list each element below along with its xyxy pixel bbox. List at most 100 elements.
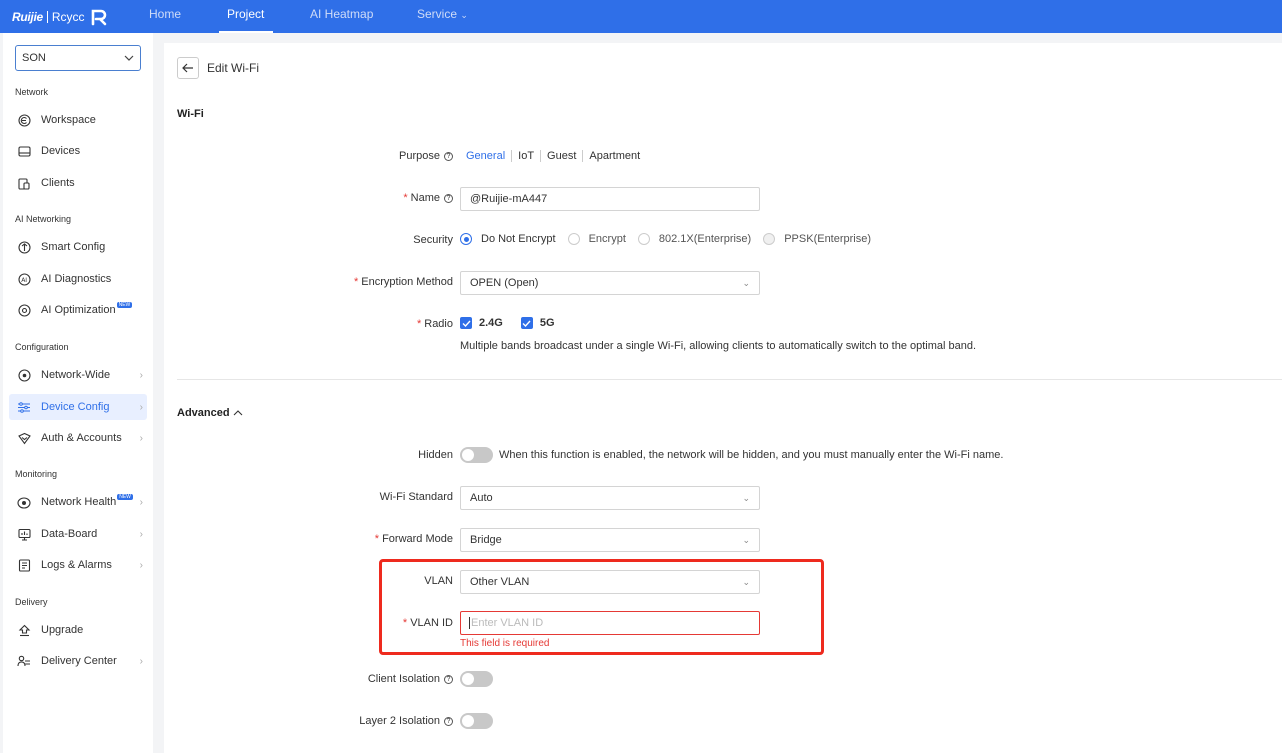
help-icon[interactable]: ? (444, 675, 453, 684)
vlan-select[interactable]: Other VLAN ⌄ (460, 570, 760, 594)
vlan-id-label: * VLAN ID (403, 617, 453, 629)
sidebar-item-upgrade[interactable]: Upgrade (9, 617, 147, 643)
page-title: Edit Wi-Fi (207, 61, 259, 75)
help-icon[interactable]: ? (444, 717, 453, 726)
sidebar-item-ai-diagnostics[interactable]: AI AI Diagnostics (9, 266, 147, 292)
section-title-configuration: Configuration (15, 342, 69, 352)
purpose-option-general[interactable]: General (466, 150, 511, 162)
purpose-option-apartment[interactable]: Apartment (582, 150, 646, 162)
layer2-isolation-label: Layer 2 Isolation? (359, 715, 453, 727)
help-icon[interactable]: ? (444, 152, 453, 161)
forward-mode-label: * Forward Mode (375, 533, 453, 545)
sidebar: SON Network Workspace Devices Clients AI… (3, 33, 153, 753)
new-badge: NEW (117, 494, 133, 500)
sidebar-item-auth-accounts[interactable]: Auth & Accounts › (9, 425, 147, 451)
chevron-right-icon: › (139, 369, 143, 381)
sidebar-item-workspace[interactable]: Workspace (9, 107, 147, 133)
wifi-standard-select[interactable]: Auto ⌄ (460, 486, 760, 510)
network-health-icon (17, 495, 31, 509)
sidebar-item-devices[interactable]: Devices (9, 138, 147, 164)
sidebar-item-clients[interactable]: Clients (9, 170, 147, 196)
purpose-options: General IoT Guest Apartment (466, 150, 646, 162)
purpose-option-iot[interactable]: IoT (511, 150, 540, 162)
sidebar-item-label: Delivery Center (41, 655, 117, 667)
chevron-down-icon: ⌄ (742, 277, 750, 288)
network-wide-icon (17, 368, 31, 382)
chevron-down-icon (124, 55, 134, 61)
section-title-monitoring: Monitoring (15, 469, 58, 479)
sidebar-item-network-wide[interactable]: Network-Wide › (9, 362, 147, 388)
chevron-down-icon: ⌄ (742, 492, 750, 503)
name-input[interactable]: @Ruijie-mA447 (460, 187, 760, 211)
clients-icon (17, 176, 31, 190)
advanced-toggle[interactable]: Advanced (177, 407, 243, 419)
security-radio-encrypt[interactable] (567, 233, 580, 245)
security-radio-ppsk[interactable] (763, 233, 776, 245)
section-title-network: Network (15, 87, 49, 97)
encryption-method-select[interactable]: OPEN (Open) ⌄ (460, 271, 760, 295)
site-selector-value: SON (22, 52, 46, 64)
workspace-icon (17, 113, 31, 127)
hidden-label: Hidden (418, 449, 453, 461)
sidebar-item-device-config[interactable]: Device Config › (9, 394, 147, 420)
sidebar-item-data-board[interactable]: Data-Board › (9, 521, 147, 547)
security-radio-do-not-encrypt[interactable] (460, 233, 472, 245)
security-radio-8021x[interactable] (637, 233, 650, 245)
help-icon[interactable]: ? (444, 194, 453, 203)
logs-alarms-icon (17, 558, 31, 572)
layer2-isolation-label-text: Layer 2 Isolation (359, 715, 440, 727)
checkbox-5g[interactable] (520, 317, 533, 329)
nav-project[interactable]: Project (227, 7, 264, 21)
brand-logo[interactable]: Ruijie Rcycc (12, 7, 109, 27)
sidebar-item-label: Network-Wide (41, 369, 111, 381)
sidebar-item-logs-alarms[interactable]: Logs & Alarms › (9, 552, 147, 578)
name-label: * Name? (403, 192, 453, 204)
sidebar-item-delivery-center[interactable]: Delivery Center › (9, 648, 147, 674)
smart-config-icon (17, 240, 31, 254)
sidebar-item-ai-optimization[interactable]: AI Optimization NEW (9, 297, 147, 323)
client-isolation-label-text: Client Isolation (367, 673, 440, 685)
section-title-wifi: Wi-Fi (177, 108, 204, 120)
sidebar-item-label: AI Diagnostics (41, 273, 112, 285)
layer2-isolation-toggle[interactable] (460, 713, 493, 729)
radio-label: Encrypt (588, 233, 626, 245)
chevron-right-icon: › (139, 496, 143, 508)
auth-accounts-icon (17, 431, 31, 445)
logo-separator (46, 11, 48, 23)
section-title-ai-networking: AI Networking (15, 214, 72, 224)
required-marker: * (403, 192, 408, 204)
vlan-id-input[interactable]: Enter VLAN ID (460, 611, 760, 635)
purpose-option-guest[interactable]: Guest (540, 150, 582, 162)
hidden-toggle[interactable] (460, 447, 493, 463)
hidden-description: When this function is enabled, the netwo… (499, 449, 1004, 461)
back-button[interactable] (177, 57, 199, 79)
encryption-method-label: * Encryption Method (354, 276, 453, 288)
nav-ai-heatmap[interactable]: AI Heatmap (310, 7, 373, 21)
site-selector[interactable]: SON (15, 45, 141, 71)
purpose-label-text: Purpose (399, 150, 440, 162)
band-label-2-4g: 2.4G (479, 317, 503, 329)
nav-home[interactable]: Home (149, 7, 181, 21)
chevron-down-icon: ⌄ (742, 576, 750, 587)
radio-band-options: 2.4G 5G (460, 317, 555, 329)
brand-mark-icon (91, 9, 106, 26)
sidebar-item-network-health[interactable]: Network Health NEW › (9, 489, 147, 515)
checkmark-icon (522, 320, 531, 327)
security-label: Security (413, 234, 453, 246)
purpose-label: Purpose? (399, 150, 453, 162)
text-cursor (469, 617, 470, 629)
radio-hint: Multiple bands broadcast under a single … (460, 340, 977, 352)
checkbox-2-4g[interactable] (460, 317, 472, 329)
advanced-label: Advanced (177, 407, 230, 419)
sidebar-item-smart-config[interactable]: Smart Config (9, 234, 147, 260)
forward-mode-select[interactable]: Bridge ⌄ (460, 528, 760, 552)
client-isolation-toggle[interactable] (460, 671, 493, 687)
nav-service[interactable]: Service ⌄ (417, 7, 468, 21)
sidebar-item-label: Network Health (41, 496, 117, 508)
chevron-right-icon: › (139, 401, 143, 413)
delivery-center-icon (17, 654, 31, 668)
sidebar-item-label: Smart Config (41, 241, 106, 253)
ai-diagnostics-icon: AI (17, 272, 31, 286)
data-board-icon (17, 527, 31, 541)
chevron-down-icon: ⌄ (460, 10, 468, 20)
